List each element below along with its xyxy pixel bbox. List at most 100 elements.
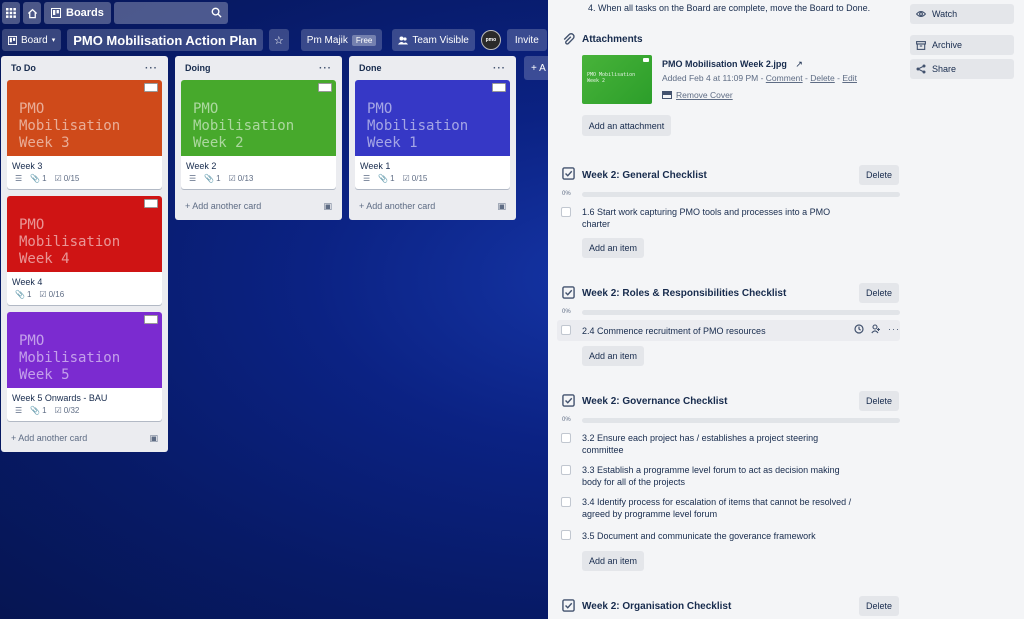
list-menu-button[interactable]: ··· [493, 63, 506, 74]
add-card-button[interactable]: + Add another card ▣ [355, 196, 510, 214]
checklist-icon [562, 394, 575, 407]
add-list-button[interactable]: + A [524, 56, 548, 80]
template-icon[interactable]: ▣ [323, 201, 332, 212]
card-title: Week 3 [12, 161, 43, 171]
checklist-title[interactable]: Week 2: Governance Checklist [582, 396, 727, 407]
checklist-icon [562, 167, 575, 180]
checklist-item-text[interactable]: 3.2 Ensure each project has / establishe… [582, 432, 822, 456]
attachment-added: Added Feb 4 at 11:09 PM - [662, 73, 766, 83]
checklist-item-text[interactable]: 3.5 Document and communicate the goveran… [582, 530, 852, 542]
avatar[interactable]: pmo [480, 30, 501, 50]
checklist-title[interactable]: Week 2: General Checklist [582, 170, 707, 181]
checklist-title[interactable]: Week 2: Roles & Responsibilities Checkli… [582, 288, 786, 299]
card-week-2[interactable]: PMO Mobilisation Week 2 Week 2 ☰ 📎 1 ☑ 0/1… [181, 80, 336, 189]
delete-checklist-button[interactable]: Delete [859, 596, 899, 616]
delete-checklist-button[interactable]: Delete [859, 391, 899, 411]
template-icon[interactable]: ▣ [149, 433, 158, 444]
list-doing: Doing ··· PMO Mobilisation Week 2 Week 2… [175, 56, 342, 220]
assign-member-icon[interactable] [871, 324, 881, 334]
apps-button[interactable] [2, 2, 20, 24]
delete-checklist-button[interactable]: Delete [859, 283, 899, 303]
share-button[interactable]: Share [910, 59, 1014, 79]
attachment-name[interactable]: PMO Mobilisation Week 2.jpg ↗ [662, 59, 803, 70]
invite-button[interactable]: Invite [506, 29, 547, 51]
list-header: Done ··· [355, 56, 510, 80]
card-cover: PMO Mobilisation Week 5 [7, 312, 162, 388]
description-icon: ☰ [15, 174, 23, 183]
remove-cover-link[interactable]: Remove Cover [662, 90, 733, 100]
checklist-item-text[interactable]: 3.3 Establish a programme level forum to… [582, 464, 840, 488]
add-item-button[interactable]: Add an item [582, 238, 644, 258]
add-attachment-button[interactable]: Add an attachment [582, 115, 671, 136]
clock-icon[interactable] [854, 324, 864, 334]
card-week-4[interactable]: PMO Mobilisation Week 4 Week 4 📎 1 ☑ 0/16 [7, 196, 162, 305]
checklist-item-text[interactable]: 3.4 Identify process for escalation of i… [582, 496, 857, 520]
checklist-badge: ☑ 0/16 [39, 290, 65, 299]
list-title[interactable]: To Do [11, 63, 36, 73]
add-card-button[interactable]: + Add another card ▣ [181, 196, 336, 214]
share-label: Share [932, 64, 957, 74]
checklist-badge: ☑ 0/32 [54, 406, 80, 415]
list-title[interactable]: Doing [185, 63, 211, 73]
home-button[interactable] [23, 2, 41, 24]
delete-attachment-link[interactable]: Delete [810, 73, 835, 83]
description-icon: ☰ [363, 174, 371, 183]
checklist-item-checkbox[interactable] [561, 465, 571, 475]
cover-badge-icon [492, 83, 506, 92]
cover-text-line: Week 1 [367, 135, 418, 151]
board-title[interactable]: PMO Mobilisation Action Plan [67, 29, 263, 51]
checklist-item-checkbox[interactable] [561, 325, 571, 335]
checklist-item-text[interactable]: 1.6 Start work capturing PMO tools and p… [582, 206, 832, 230]
checklist-badge: ☑ 0/15 [402, 174, 428, 183]
checklist-title[interactable]: Week 2: Organisation Checklist [582, 601, 731, 612]
cover-text-line: PMO Mobilisation [19, 101, 121, 134]
checklist-icon [562, 286, 575, 299]
more-options-icon[interactable]: ··· [888, 324, 900, 334]
card-cover-icon [662, 91, 672, 99]
checklist-progress-percent: 0% [562, 309, 571, 315]
card-title: Week 5 Onwards - BAU [12, 393, 108, 403]
checklist-badge: ☑ 0/13 [228, 174, 254, 183]
team-visible-icon [398, 36, 409, 44]
external-link-icon[interactable]: ↗ [795, 59, 803, 69]
delete-checklist-button[interactable]: Delete [859, 165, 899, 185]
list-menu-button[interactable]: ··· [319, 63, 332, 74]
card-cover: PMO Mobilisation Week 4 [7, 196, 162, 272]
visibility-button[interactable]: Team Visible [392, 29, 475, 51]
card-week-1[interactable]: PMO Mobilisation Week 1 Week 1 ☰ 📎 1 ☑ 0/1… [355, 80, 510, 189]
list-menu-button[interactable]: ··· [145, 63, 158, 74]
comment-link[interactable]: Comment [766, 73, 803, 83]
attachment-badge: 📎 1 [30, 174, 47, 183]
add-item-button[interactable]: Add an item [582, 551, 644, 571]
checklist-item-checkbox[interactable] [561, 433, 571, 443]
archive-button[interactable]: Archive [910, 35, 1014, 55]
description-icon: ☰ [189, 174, 197, 183]
checklist-item-text[interactable]: 2.4 Commence recruitment of PMO resource… [582, 325, 852, 337]
checklist-item-checkbox[interactable] [561, 497, 571, 507]
edit-attachment-link[interactable]: Edit [842, 73, 857, 83]
cover-text-line: PMO Mobilisation [367, 101, 469, 134]
search-input[interactable] [113, 2, 228, 24]
board-canvas: Boards Board ▾ PMO Mobilisation Action P… [0, 0, 548, 619]
board-switcher[interactable]: Board ▾ [2, 29, 62, 51]
board-icon [51, 8, 61, 18]
boards-label: Boards [66, 7, 104, 19]
card-week-3[interactable]: PMO Mobilisation Week 3 Week 3 ☰ 📎 1 ☑ 0/1… [7, 80, 162, 189]
boards-button[interactable]: Boards [44, 2, 111, 24]
search-icon [211, 7, 222, 18]
cover-badge-icon [144, 83, 158, 92]
checklist-item-checkbox[interactable] [561, 530, 571, 540]
team-button[interactable]: Pm Majik Free [300, 29, 383, 51]
board-header: Board ▾ PMO Mobilisation Action Plan ☆ P… [0, 29, 548, 51]
cover-text-line: Week 4 [19, 251, 70, 267]
checklist-item-checkbox[interactable] [561, 207, 571, 217]
list-title[interactable]: Done [359, 63, 382, 73]
attachment-thumbnail[interactable]: PMO Mobilisation Week 2 [582, 55, 652, 104]
card-title: Week 1 [360, 161, 391, 171]
add-card-button[interactable]: + Add another card ▣ [7, 428, 162, 446]
add-item-button[interactable]: Add an item [582, 346, 644, 366]
card-week-5[interactable]: PMO Mobilisation Week 5 Week 5 Onwards -… [7, 312, 162, 421]
template-icon[interactable]: ▣ [497, 201, 506, 212]
star-button[interactable]: ☆ [268, 29, 289, 51]
watch-button[interactable]: Watch [910, 4, 1014, 24]
